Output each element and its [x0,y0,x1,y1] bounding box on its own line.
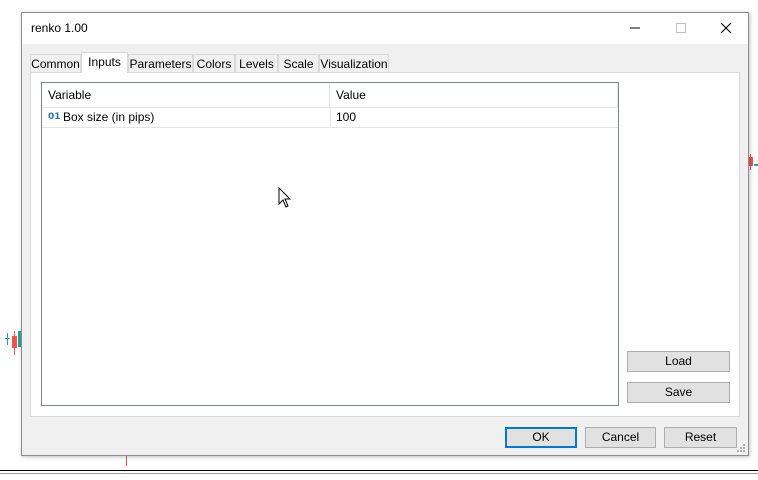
chart-candle-green-right [754,164,758,166]
tab-colors[interactable]: Colors [193,54,235,72]
column-divider [330,108,331,127]
close-icon [720,22,732,34]
resize-grip-icon[interactable] [736,443,746,453]
tab-label: Common [31,57,80,71]
tab-label: Scale [283,57,314,71]
chart-candle-green [5,333,10,345]
tab-label: Inputs [88,55,121,69]
ok-button[interactable]: OK [505,427,577,448]
tab-common[interactable]: Common [30,54,81,72]
chart-bottom-border [0,470,758,471]
maximize-button[interactable] [658,13,704,43]
tab-levels[interactable]: Levels [235,54,278,72]
chart-bottom-border-2 [0,473,758,474]
inputs-tab-panel: Variable Value 01 Box size (in pips) 100… [30,72,740,417]
reset-button[interactable]: Reset [664,427,737,448]
tab-label: Parameters [129,57,192,71]
tab-visualization[interactable]: Visualization [319,54,389,72]
close-button[interactable] [703,13,749,43]
save-button[interactable]: Save [627,382,730,403]
window-title: renko 1.00 [31,21,88,35]
inputs-table[interactable]: Variable Value 01 Box size (in pips) 100 [41,82,619,406]
cancel-button[interactable]: Cancel [585,427,656,448]
column-header-value[interactable]: Value [330,83,618,107]
table-row[interactable]: 01 Box size (in pips) 100 [42,108,618,128]
title-bar: renko 1.00 [22,13,748,44]
tab-inputs[interactable]: Inputs [81,52,128,73]
maximize-icon [676,23,686,33]
tab-scale[interactable]: Scale [278,54,319,72]
minimize-button[interactable] [612,13,658,43]
tab-label: Colors [196,57,232,71]
tab-parameters[interactable]: Parameters [128,54,193,72]
variable-cell: Box size (in pips) [63,110,155,124]
load-button[interactable]: Load [627,351,730,372]
column-header-variable[interactable]: Variable [42,83,330,107]
tab-label: Levels [239,57,274,71]
tab-label: Visualization [320,57,388,71]
chart-candle-red [12,331,17,355]
indicator-properties-dialog: renko 1.00 Common Inputs Parameters Colo… [21,12,749,456]
chart-vline [126,455,127,466]
value-cell[interactable]: 100 [336,108,356,127]
mouse-pointer-icon [278,187,292,208]
integer-type-icon: 01 [48,112,61,122]
minimize-icon [630,27,640,29]
